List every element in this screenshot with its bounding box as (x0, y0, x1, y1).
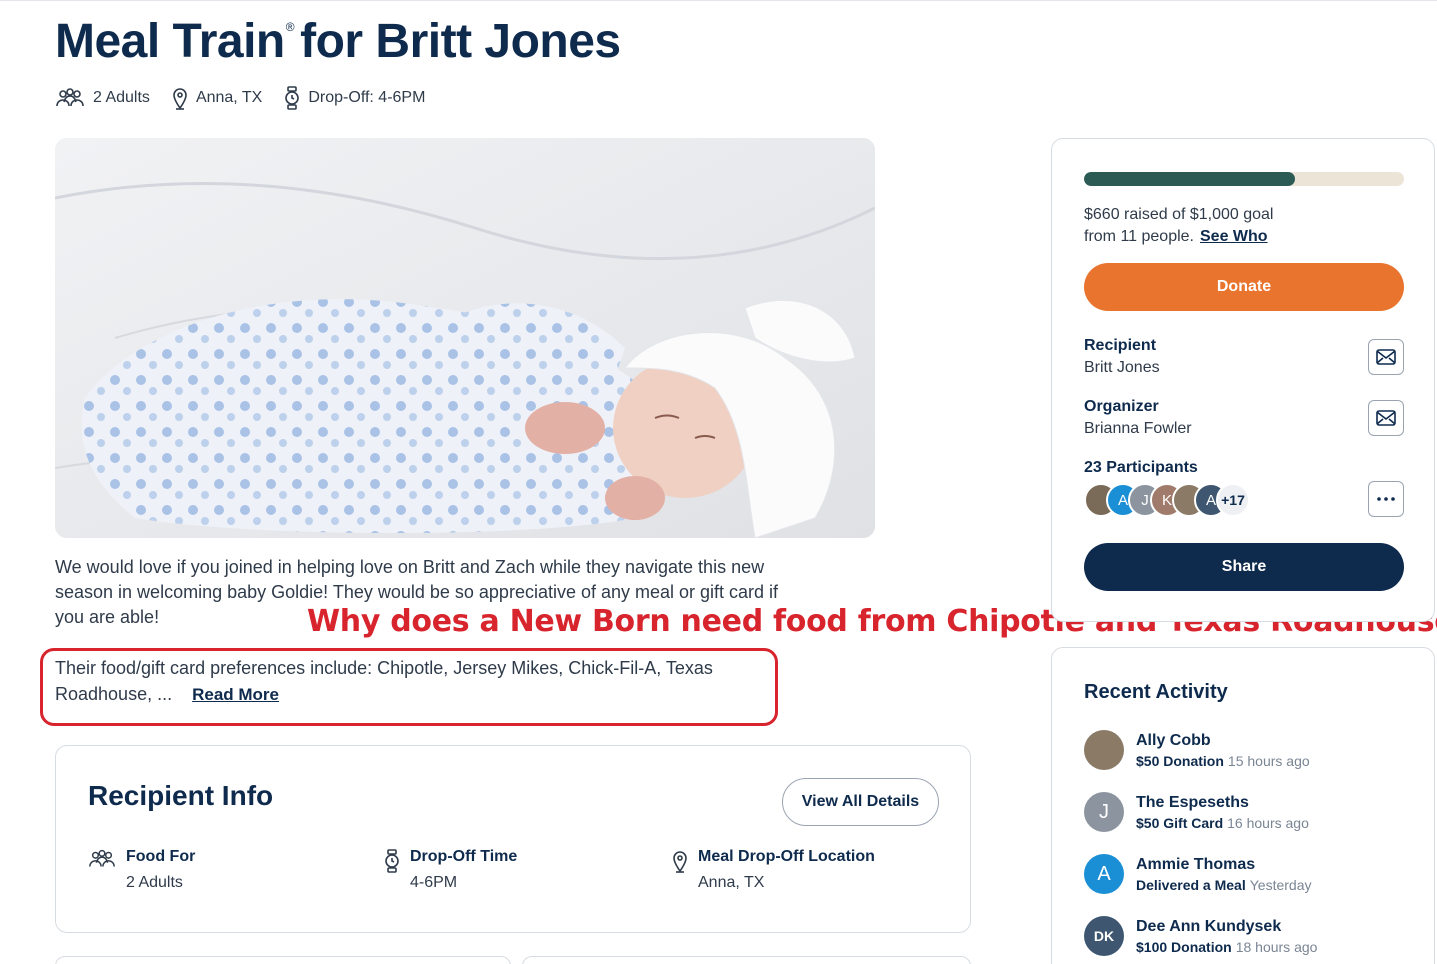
dropoff-location-label: Meal Drop-Off Location (698, 848, 875, 865)
next-card-left (55, 956, 511, 964)
meal-train-meta: 2 Adults Anna, TX Drop-Off: 4-6PM (55, 86, 447, 110)
read-more-link[interactable]: Read More (192, 685, 279, 704)
share-button[interactable]: Share (1084, 543, 1404, 591)
more-options-button[interactable] (1368, 481, 1404, 517)
avatar: A (1084, 854, 1124, 894)
food-preferences: Their food/gift card preferences include… (55, 658, 713, 704)
organizer-label: Organizer (1084, 398, 1159, 415)
recipient-name: Britt Jones (1084, 359, 1160, 376)
recipient-label: Recipient (1084, 337, 1157, 354)
recipient-info-card: Recipient Info View All Details Food For… (55, 745, 971, 933)
activity-item[interactable]: A Ammie Thomas Delivered a Meal Yesterday (1084, 854, 1311, 894)
meta-dropoff: Drop-Off: 4-6PM (284, 86, 425, 110)
newborn-photo (55, 138, 875, 538)
people-icon (89, 849, 115, 867)
next-card-right (522, 956, 971, 964)
fundraiser-card: $660 raised of $1,000 goal from 11 peopl… (1051, 138, 1435, 622)
activity-item[interactable]: DK Dee Ann Kundysek $100 Donation 18 hours… (1084, 916, 1317, 956)
participants-heading: 23 Participants (1084, 459, 1198, 476)
progress-fill (1084, 172, 1296, 186)
ellipsis-icon (1377, 497, 1395, 501)
avatar: DK (1084, 916, 1124, 956)
participant-avatars[interactable]: A J K A +17 (1084, 483, 1250, 517)
donate-button[interactable]: Donate (1084, 263, 1404, 311)
dropoff-location-info: Meal Drop-Off Location Anna, TX (672, 848, 875, 892)
activity-item[interactable]: J The Espeseths $50 Gift Card 16 hours ago (1084, 792, 1309, 832)
activity-item[interactable]: Ally Cobb $50 Donation 15 hours ago (1084, 730, 1310, 770)
organizer-name: Brianna Fowler (1084, 420, 1192, 437)
recent-activity-card: Recent Activity Ally Cobb $50 Donation 15 … (1051, 647, 1435, 964)
dropoff-time-label: Drop-Off Time (410, 848, 518, 865)
watch-icon (385, 849, 399, 873)
trademark-symbol: ® (285, 20, 295, 34)
location-pin-icon (173, 88, 187, 110)
recent-activity-title: Recent Activity (1084, 681, 1228, 703)
top-divider (0, 0, 1437, 1)
envelope-icon (1376, 410, 1396, 426)
avatar (1084, 730, 1124, 770)
organizer-contact: Organizer Brianna Fowler (1084, 398, 1192, 438)
message-organizer-button[interactable] (1368, 400, 1404, 436)
watch-icon (285, 86, 300, 110)
view-all-details-button[interactable]: View All Details (782, 778, 939, 826)
see-who-link[interactable]: See Who (1200, 228, 1268, 245)
location-pin-icon (673, 851, 687, 873)
food-for-info: Food For 2 Adults (88, 848, 195, 892)
dropoff-time-info: Drop-Off Time 4-6PM (384, 848, 517, 892)
recipient-contact: Recipient Britt Jones (1084, 337, 1160, 377)
meta-location: Anna, TX (172, 86, 262, 110)
page-title: Meal Train® for Britt Jones (55, 15, 621, 68)
raised-summary: $660 raised of $1,000 goal from 11 peopl… (1084, 206, 1274, 245)
more-participants-count: +17 (1216, 483, 1250, 517)
avatar: J (1084, 792, 1124, 832)
food-for-label: Food For (126, 848, 196, 865)
dropoff-time-value: 4-6PM (410, 874, 458, 891)
envelope-icon (1376, 349, 1396, 365)
dropoff-location-value: Anna, TX (698, 874, 765, 891)
food-for-value: 2 Adults (126, 874, 183, 891)
message-recipient-button[interactable] (1368, 339, 1404, 375)
meta-adults: 2 Adults (55, 88, 150, 108)
fundraising-progress-bar (1084, 172, 1404, 186)
recipient-info-title: Recipient Info (88, 780, 274, 811)
people-icon (56, 88, 84, 107)
